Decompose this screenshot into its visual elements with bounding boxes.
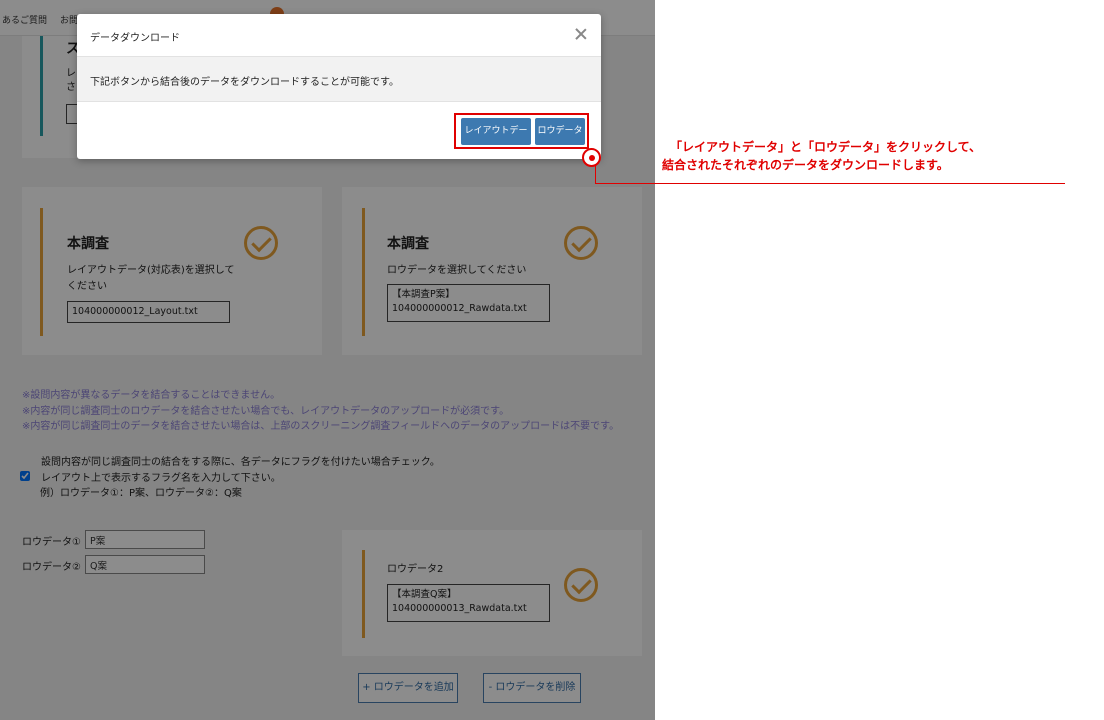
close-icon[interactable] bbox=[573, 26, 589, 42]
modal-body: 下記ボタンから結合後のデータをダウンロードすることが可能です。 bbox=[77, 57, 601, 102]
callout-line-1: 「レイアウトデータ」と「ロウデータ」をクリックして、 bbox=[670, 140, 982, 154]
modal-title: データダウンロード bbox=[90, 33, 180, 44]
callout-underline bbox=[595, 183, 1065, 184]
callout-line bbox=[595, 165, 596, 184]
callout-line-2: 結合されたそれぞれのデータをダウンロードします。 bbox=[662, 158, 949, 172]
callout-text: 「レイアウトデータ」と「ロウデータ」をクリックして、 結合されたそれぞれのデータ… bbox=[662, 138, 981, 174]
button-highlight-frame bbox=[454, 113, 589, 149]
modal-message: 下記ボタンから結合後のデータをダウンロードすることが可能です。 bbox=[90, 77, 399, 88]
modal-header: データダウンロード bbox=[77, 14, 601, 57]
callout-marker-icon bbox=[582, 148, 601, 167]
